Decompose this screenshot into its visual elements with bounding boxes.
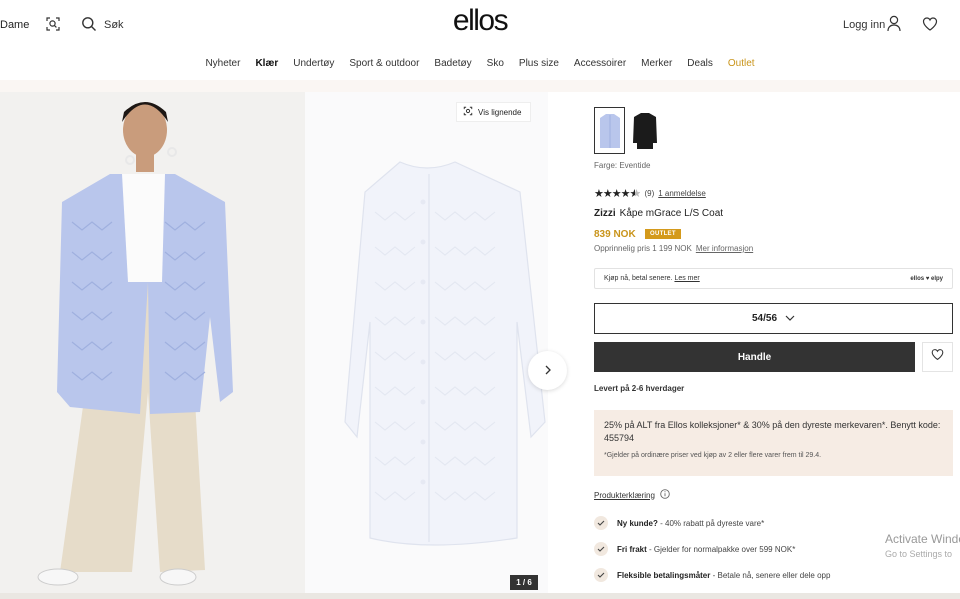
buy-button[interactable]: Handle [594, 342, 915, 372]
usp-detail: - Betale nå, senere eller dele opp [710, 570, 831, 580]
usp-title: Ny kunde? [617, 518, 658, 528]
check-icon [594, 568, 608, 582]
similar-items-button[interactable]: Vis lignende [456, 102, 532, 122]
promo-box: 25% på ALT fra Ellos kolleksjoner* & 30%… [594, 410, 953, 476]
nav-item-undertoy[interactable]: Undertøy [286, 58, 342, 69]
nav-item-plus-size[interactable]: Plus size [511, 58, 566, 69]
info-icon [660, 489, 670, 501]
promo-text: 25% på ALT fra Ellos kolleksjoner* & 30%… [604, 420, 941, 443]
more-info-link[interactable]: Mer informasjon [696, 244, 753, 253]
gallery-next-button[interactable] [528, 351, 567, 390]
login-link[interactable]: Logg inn [843, 19, 885, 31]
usp-text: Ny kunde? - 40% rabatt på dyreste vare* [617, 519, 764, 528]
chevron-right-icon [543, 362, 553, 380]
usp-text: Fri frakt - Gjelder for normalpakke over… [617, 545, 795, 554]
usp-title: Fleksible betalingsmåter [617, 570, 711, 580]
nav-item-deals[interactable]: Deals [680, 58, 721, 69]
os-taskbar [0, 593, 960, 599]
check-icon [594, 542, 608, 556]
windows-activation-watermark: Activate Windo [885, 532, 960, 546]
usp-text: Fleksible betalingsmåter - Betale nå, se… [617, 571, 830, 580]
department-link[interactable]: Dame [0, 19, 29, 31]
rating-count: (9) [644, 189, 655, 198]
usp-title: Fri frakt [617, 544, 647, 554]
product-image-coat[interactable] [305, 92, 548, 593]
product-brand[interactable]: Zizzi [594, 208, 616, 219]
product-rating: ★★★★★★ (9) 1 anmeldelse [594, 187, 706, 200]
elpy-logo: ellos ♥ elpy [910, 275, 943, 282]
star-rating-icon: ★★★★★★ [594, 188, 641, 200]
nav-item-klaer[interactable]: Klær [248, 58, 286, 69]
heart-icon [931, 348, 944, 366]
usp-detail: - 40% rabatt på dyreste vare* [657, 518, 765, 528]
nav-item-nyheter[interactable]: Nyheter [198, 58, 248, 69]
nav-item-sko[interactable]: Sko [479, 58, 511, 69]
header-band [0, 80, 960, 92]
read-more-link[interactable]: Les mer [674, 275, 699, 282]
promo-note: *Gjelder på ordinære priser ved kjøp av … [604, 452, 822, 459]
site-header: Dame Søk ellos Logg inn [0, 0, 960, 50]
gallery-counter: 1 / 6 [510, 575, 538, 590]
pay-later-text-group: Kjøp nå, betal senere. Les mer [604, 275, 700, 282]
original-price: Opprinnelig pris 1 199 NOK Mer informasjo… [594, 244, 753, 253]
search-input[interactable]: Søk [104, 19, 124, 31]
nav-item-sport-outdoor[interactable]: Sport & outdoor [342, 58, 427, 69]
usp-free-shipping: Fri frakt - Gjelder for normalpakke over… [594, 542, 795, 556]
size-value: 54/56 [751, 313, 778, 324]
check-icon [594, 516, 608, 530]
product-title: Zizzi Kåpe mGrace L/S Coat [594, 208, 723, 219]
product-declaration[interactable]: Produkterklæring [594, 489, 670, 501]
product-name: Kåpe mGrace L/S Coat [619, 208, 724, 219]
camera-search-icon [463, 106, 473, 118]
nav-item-badetoy[interactable]: Badetøy [427, 58, 479, 69]
nav-item-outlet[interactable]: Outlet [720, 58, 762, 69]
pay-later-text: Kjøp nå, betal senere. [604, 275, 673, 282]
wishlist-button[interactable] [922, 342, 953, 372]
product-declaration-link[interactable]: Produkterklæring [594, 491, 655, 500]
color-label: Farge: Eventide [594, 161, 651, 170]
windows-activation-subtext: Go to Settings to [885, 549, 953, 559]
camera-search-icon[interactable] [45, 16, 61, 32]
usp-new-customer: Ny kunde? - 40% rabatt på dyreste vare* [594, 516, 764, 530]
outlet-badge: OUTLET [645, 229, 681, 239]
chevron-down-icon [785, 313, 795, 324]
color-swatch-black[interactable] [629, 107, 660, 154]
color-swatch-eventide[interactable] [594, 107, 625, 154]
original-price-text: Opprinnelig pris 1 199 NOK [594, 244, 692, 253]
delivery-info: Levert på 2-6 hverdager [594, 384, 685, 393]
main-nav: Nyheter Klær Undertøy Sport & outdoor Ba… [0, 58, 960, 69]
ellos-logo[interactable]: ellos [453, 4, 509, 37]
user-icon[interactable] [886, 15, 902, 32]
product-price: 839 NOK [594, 229, 636, 240]
product-image-model[interactable] [0, 92, 305, 593]
nav-item-merker[interactable]: Merker [634, 58, 680, 69]
size-select[interactable]: 54/56 [594, 303, 953, 334]
pay-later-banner: Kjøp nå, betal senere. Les mer ellos ♥ e… [594, 268, 953, 289]
usp-payment-options: Fleksible betalingsmåter - Betale nå, se… [594, 568, 830, 582]
heart-icon[interactable] [922, 16, 938, 32]
nav-item-accessoirer[interactable]: Accessoirer [566, 58, 633, 69]
similar-items-label: Vis lignende [478, 107, 522, 117]
reviews-link[interactable]: 1 anmeldelse [658, 189, 706, 198]
search-icon[interactable] [81, 16, 97, 32]
usp-detail: - Gjelder for normalpakke over 599 NOK* [646, 544, 796, 554]
